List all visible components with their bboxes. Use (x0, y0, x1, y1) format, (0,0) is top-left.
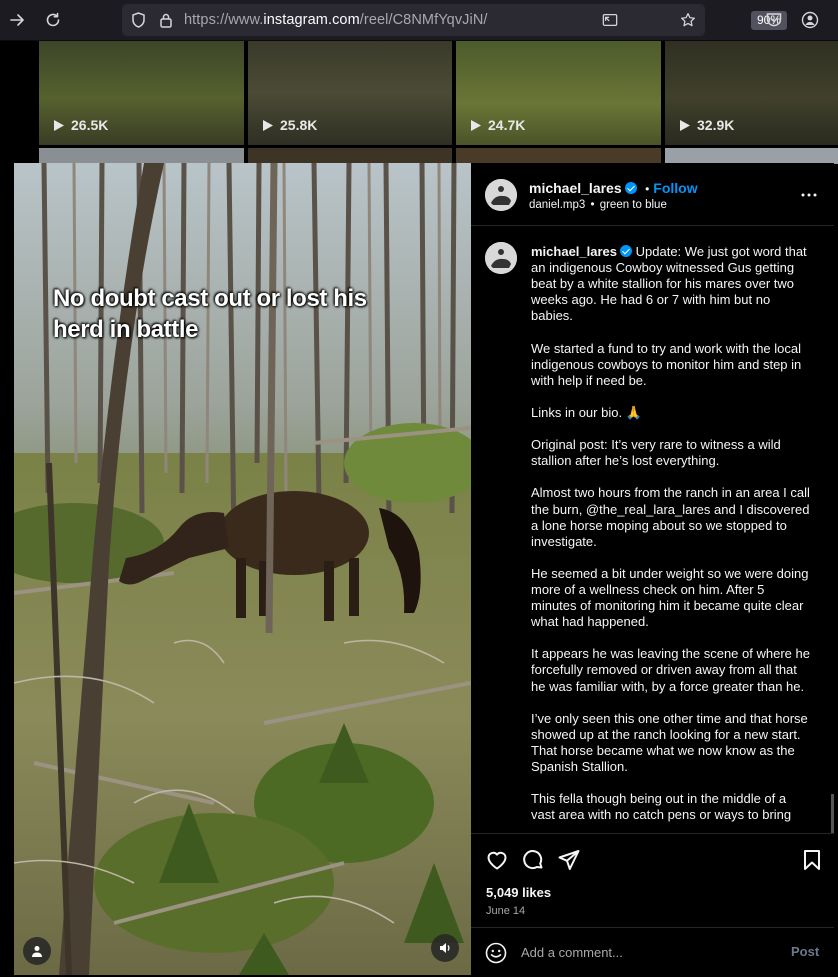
emoji-icon[interactable] (485, 942, 507, 964)
caption-paragraph: He seemed a bit under weight so we were … (531, 565, 809, 630)
audio-toggle-button[interactable] (431, 934, 459, 962)
reel-thumbnail[interactable] (39, 148, 244, 164)
play-icon (263, 119, 273, 131)
caption-paragraph: We started a fund to try and work with t… (531, 340, 802, 388)
shield-icon[interactable] (130, 12, 146, 28)
comment-input[interactable] (521, 945, 751, 960)
caption-paragraph: It appears he was leaving the scene of w… (531, 646, 810, 694)
comment-bar: Post (471, 927, 834, 976)
play-icon (680, 119, 690, 131)
browser-toolbar: https://www.instagram.com/reel/C8NMfYqvJ… (0, 0, 838, 41)
like-count[interactable]: 5,049 likes (486, 885, 551, 900)
reel-thumbnail[interactable]: 24.7K (456, 41, 661, 145)
reel-thumbnail[interactable]: 26.5K (39, 41, 244, 145)
avatar[interactable] (485, 179, 517, 211)
header-user-line: michael_lares • Follow (529, 180, 698, 198)
rider-on-horse-avatar-icon (485, 242, 517, 274)
video-caption-overlay: No doubt cast out or lost his herd in ba… (53, 285, 367, 343)
play-icon (471, 119, 481, 131)
rider-on-horse-avatar-icon (485, 179, 517, 211)
verified-badge-icon (624, 182, 637, 194)
post-panel: michael_lares • Follow daniel.mp3 • green… (471, 163, 834, 975)
lock-icon[interactable] (158, 12, 174, 28)
verified-badge-icon (620, 245, 633, 257)
picture-in-picture-icon[interactable] (602, 12, 618, 28)
separator-dot: • (645, 182, 650, 196)
caption-username[interactable]: michael_lares (531, 244, 617, 259)
reel-thumbnail[interactable] (665, 148, 838, 164)
caption-paragraph: Original post: It’s very rare to witness… (531, 437, 781, 469)
post-comment-button[interactable]: Post (791, 944, 819, 959)
comment-icon[interactable] (521, 848, 545, 872)
header-username[interactable]: michael_lares (529, 180, 622, 196)
reel-video[interactable]: No doubt cast out or lost his herd in ba… (14, 163, 471, 975)
forward-icon[interactable] (5, 8, 29, 32)
bookmark-icon[interactable] (800, 848, 824, 872)
view-count: 24.7K (470, 117, 525, 133)
caption-paragraph: I’ve only seen this one other time and t… (531, 710, 808, 774)
audio-title[interactable]: green to blue (600, 199, 667, 211)
reel-thumbnail[interactable]: 25.8K (248, 41, 452, 145)
more-options-icon[interactable] (801, 185, 817, 201)
caption-text: michael_lares Update: We just got word t… (531, 244, 813, 833)
post-date[interactable]: June 14 (486, 905, 525, 917)
tagged-user-button[interactable] (23, 937, 51, 965)
play-icon (54, 119, 64, 131)
caption-paragraph: This fella though being out in the middl… (531, 791, 792, 823)
view-count: 25.8K (262, 117, 317, 133)
account-icon[interactable] (798, 8, 822, 32)
post-header: michael_lares • Follow daniel.mp3 • green… (471, 163, 834, 226)
address-bar[interactable]: https://www.instagram.com/reel/C8NMfYqvJ… (122, 4, 788, 36)
audio-info[interactable]: daniel.mp3 • green to blue (529, 199, 667, 211)
view-count: 32.9K (679, 117, 734, 133)
avatar[interactable] (485, 242, 517, 274)
scrollbar[interactable] (831, 794, 834, 833)
reel-thumbnail[interactable] (456, 148, 661, 164)
share-icon[interactable] (557, 848, 581, 872)
follow-button[interactable]: Follow (653, 180, 697, 196)
caption-scroll-area[interactable]: michael_lares Update: We just got word t… (471, 226, 834, 833)
reload-icon[interactable] (41, 8, 65, 32)
caption-paragraph: Almost two hours from the ranch in an ar… (531, 485, 810, 549)
bookmark-star-icon[interactable] (680, 12, 696, 28)
speaker-icon (440, 943, 450, 953)
post-actions: 5,049 likes June 14 Post (471, 833, 834, 975)
view-count: 26.5K (53, 117, 108, 133)
audio-separator: • (590, 199, 595, 211)
caption-paragraph: Links in our bio. 🙏 (531, 404, 642, 420)
heart-icon[interactable] (485, 848, 509, 872)
user-icon (32, 946, 42, 957)
reel-thumbnail[interactable]: 32.9K (665, 41, 838, 145)
url-text[interactable]: https://www.instagram.com/reel/C8NMfYqvJ… (184, 12, 488, 28)
reel-thumbnail[interactable] (248, 148, 452, 164)
pocket-icon[interactable] (762, 8, 786, 32)
audio-artist[interactable]: daniel.mp3 (529, 199, 585, 211)
